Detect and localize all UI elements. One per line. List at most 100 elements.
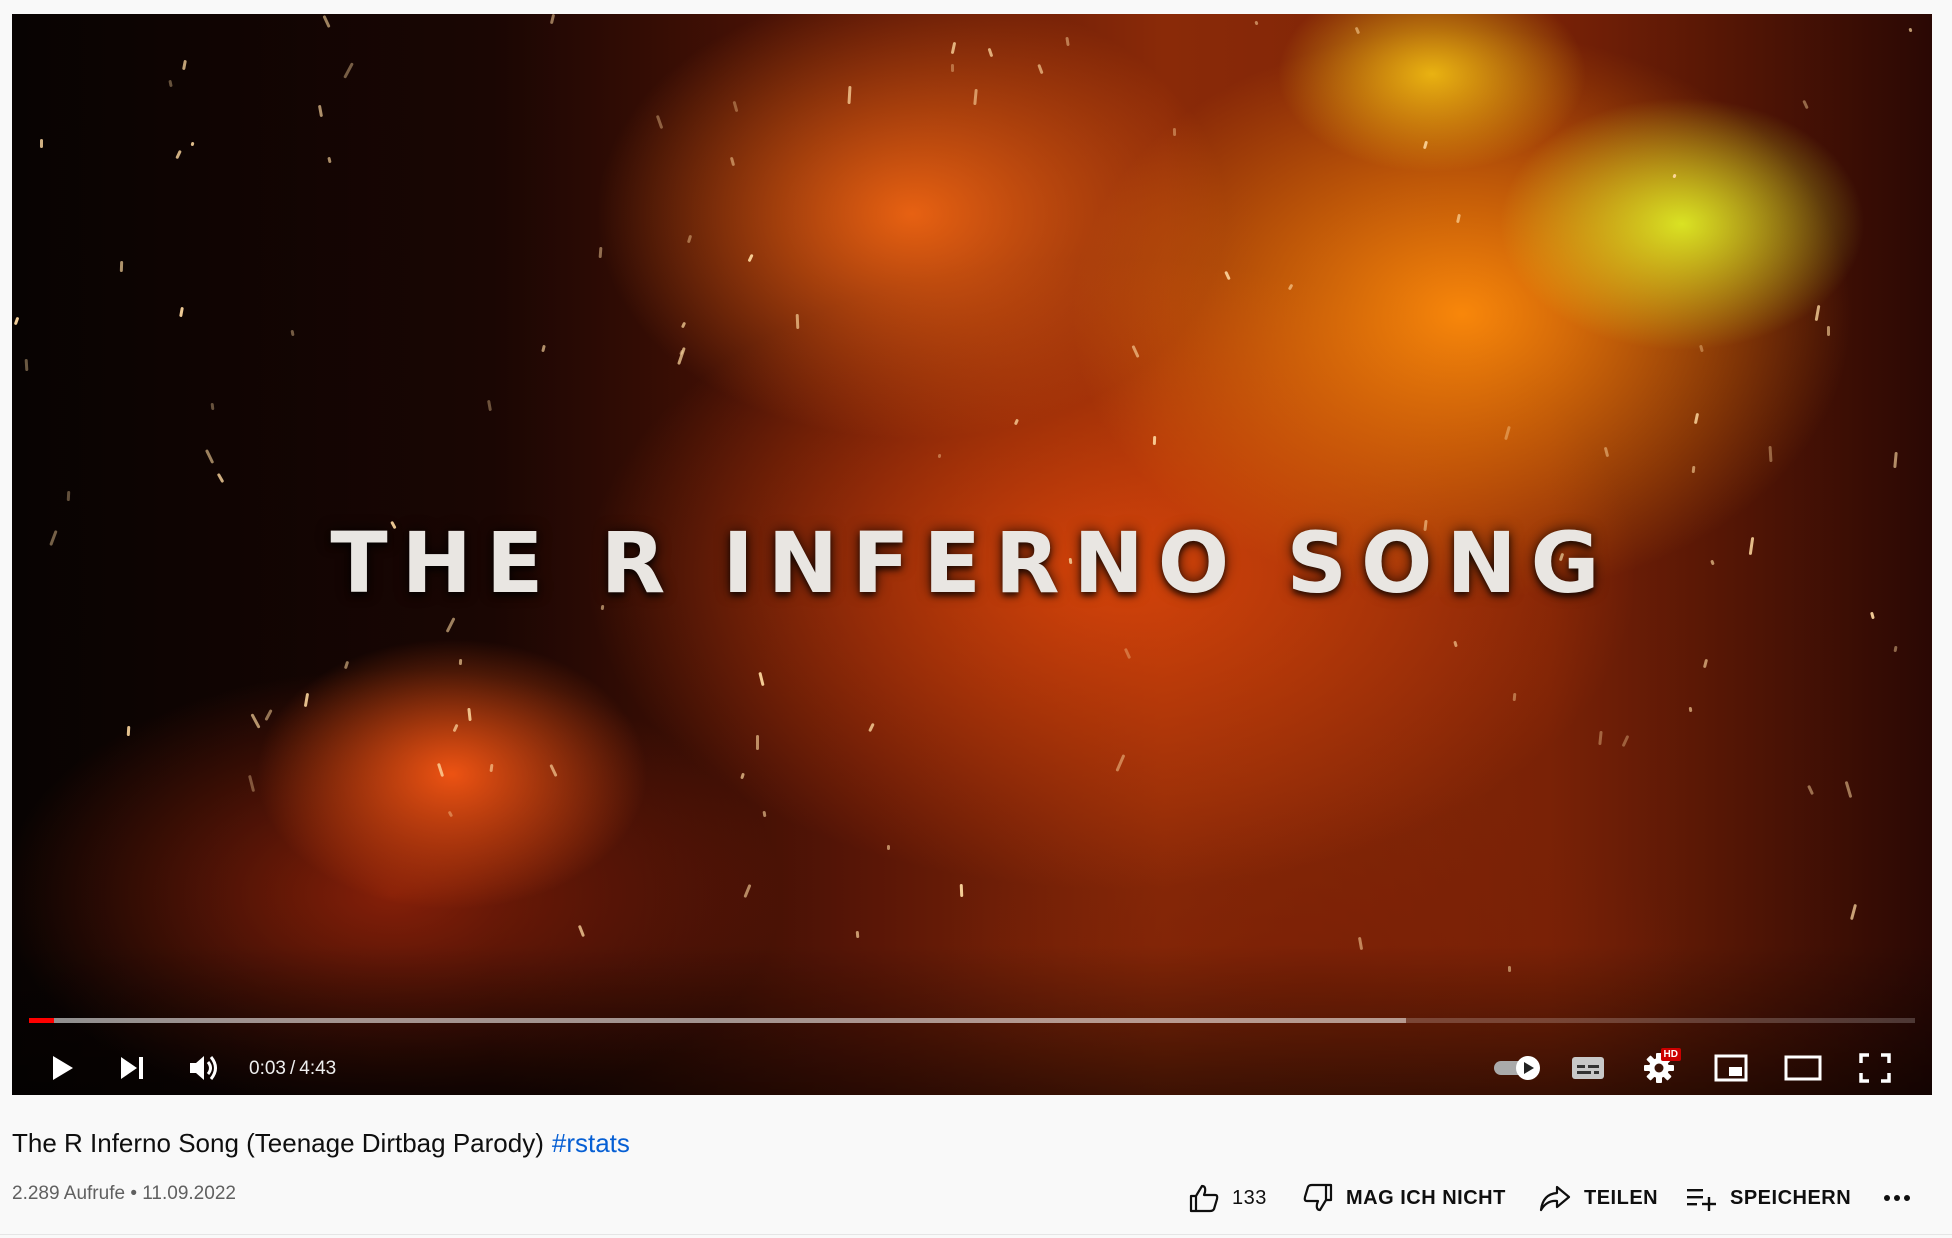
hd-badge: HD <box>1660 1048 1681 1061</box>
ember-spark <box>1870 611 1875 620</box>
miniplayer-button[interactable] <box>1707 1044 1755 1092</box>
view-count: 2.289 Aufrufe <box>12 1183 126 1204</box>
play-button[interactable] <box>38 1044 86 1092</box>
ember-spark <box>1065 36 1070 46</box>
ember-spark <box>247 775 255 793</box>
ember-spark <box>1694 412 1700 425</box>
ember-spark <box>1893 451 1898 469</box>
ember-spark <box>168 79 174 87</box>
ember-spark <box>755 734 759 750</box>
ember-spark <box>747 253 755 263</box>
ember-spark <box>795 313 800 330</box>
ember-spark <box>550 14 556 25</box>
ember-spark <box>577 924 585 938</box>
next-icon <box>121 1057 143 1079</box>
video-title-text: The R Inferno Song (Teenage Dirtbag Paro… <box>12 1128 544 1158</box>
ember-spark <box>250 713 261 730</box>
ember-spark <box>743 883 752 898</box>
ember-spark <box>24 359 29 372</box>
video-overlay-title: THE R INFERNO SONG <box>330 514 1614 612</box>
ember-spark <box>1672 174 1677 179</box>
ember-spark <box>598 246 603 259</box>
ember-spark <box>487 399 493 412</box>
ember-spark <box>1172 128 1176 136</box>
ember-spark <box>1130 345 1140 359</box>
ember-spark <box>1807 784 1815 795</box>
ember-spark <box>126 725 131 737</box>
ember-spark <box>66 491 71 502</box>
stats-bullet: • <box>130 1183 137 1204</box>
video-stats: 2.289 Aufrufe • 11.09.2022 <box>12 1183 236 1205</box>
ember-spark <box>1703 658 1709 669</box>
ember-spark <box>1036 64 1044 76</box>
ember-spark <box>1512 693 1517 702</box>
ember-spark <box>677 346 687 365</box>
settings-button[interactable]: HD <box>1635 1044 1683 1092</box>
ember-spark <box>458 658 462 666</box>
ember-spark <box>729 156 735 167</box>
progress-bar[interactable] <box>29 1018 1915 1023</box>
ember-spark <box>1845 780 1853 798</box>
ember-spark <box>489 763 493 772</box>
ember-spark <box>867 723 875 733</box>
save-label: SPEICHERN <box>1730 1186 1852 1209</box>
ember-spark <box>1124 648 1132 660</box>
ember-spark <box>541 344 546 353</box>
playlist-add-icon <box>1687 1189 1716 1211</box>
ember-spark <box>855 931 860 939</box>
divider <box>0 1234 1952 1235</box>
ember-spark <box>14 316 20 326</box>
ember-spark <box>1254 21 1260 27</box>
ember-spark <box>447 810 453 819</box>
ember-spark <box>175 149 183 160</box>
ember-spark <box>549 763 559 778</box>
ember-spark <box>1908 27 1913 33</box>
ember-spark <box>758 672 765 687</box>
ember-spark <box>680 321 687 329</box>
next-button[interactable] <box>108 1044 156 1092</box>
ember-spark <box>987 47 994 58</box>
upload-date: 11.09.2022 <box>142 1183 236 1204</box>
more-actions-button[interactable] <box>1882 1176 1912 1220</box>
ember-spark <box>1849 903 1857 920</box>
video-player[interactable]: THE R INFERNO SONG 0:03/4:43 HD <box>12 14 1932 1095</box>
subtitles-button[interactable] <box>1564 1044 1612 1092</box>
ember-spark <box>344 660 350 670</box>
autoplay-toggle[interactable] <box>1488 1044 1548 1092</box>
like-button[interactable]: 133 <box>1188 1176 1267 1220</box>
ember-spark <box>1598 731 1603 746</box>
ember-spark <box>452 724 459 733</box>
ember-spark <box>290 329 295 336</box>
miniplayer-icon <box>1714 1054 1748 1082</box>
share-button[interactable]: TEILEN <box>1538 1176 1658 1220</box>
ember-spark <box>1115 754 1126 772</box>
hashtag-link[interactable]: #rstats <box>552 1128 630 1158</box>
autoplay-toggle-icon <box>1494 1056 1540 1080</box>
progress-played <box>29 1018 54 1023</box>
ember-spark <box>1287 283 1293 291</box>
theater-mode-button[interactable] <box>1779 1044 1827 1092</box>
ember-spark <box>1802 99 1809 109</box>
save-button[interactable]: SPEICHERN <box>1686 1176 1851 1220</box>
fullscreen-button[interactable] <box>1851 1044 1899 1092</box>
ember-spark <box>1152 435 1156 446</box>
share-icon <box>1539 1185 1571 1212</box>
ember-spark <box>1826 325 1830 337</box>
ember-spark <box>973 89 978 106</box>
ember-spark <box>445 617 456 634</box>
ember-spark <box>210 402 215 410</box>
dislike-label: MAG ICH NICHT <box>1346 1186 1506 1209</box>
volume-icon <box>190 1056 217 1080</box>
ember-spark <box>686 234 692 244</box>
ember-spark <box>1698 344 1704 353</box>
ember-spark <box>1691 465 1696 474</box>
ember-spark <box>437 762 445 777</box>
ember-spark <box>732 100 739 113</box>
ember-spark <box>1224 271 1232 281</box>
ember-spark <box>937 454 941 459</box>
ember-spark <box>1453 640 1458 647</box>
ember-spark <box>342 62 354 79</box>
dislike-button[interactable]: MAG ICH NICHT <box>1302 1176 1506 1220</box>
ember-spark <box>1688 706 1692 712</box>
volume-button[interactable] <box>180 1044 228 1092</box>
